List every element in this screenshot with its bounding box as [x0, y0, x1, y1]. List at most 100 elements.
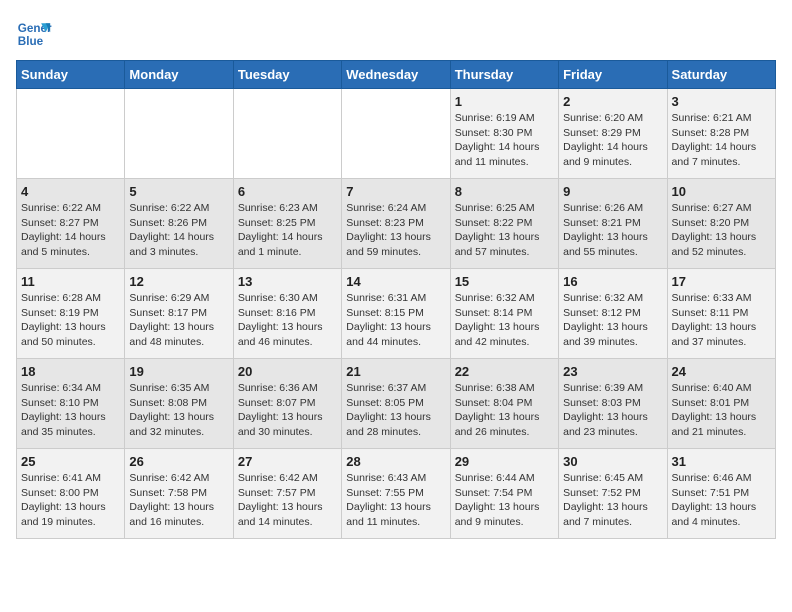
calendar-cell: 25Sunrise: 6:41 AMSunset: 8:00 PMDayligh…: [17, 449, 125, 539]
calendar-cell: 3Sunrise: 6:21 AMSunset: 8:28 PMDaylight…: [667, 89, 775, 179]
cell-content: Sunrise: 6:42 AM: [238, 471, 337, 486]
calendar-cell: 18Sunrise: 6:34 AMSunset: 8:10 PMDayligh…: [17, 359, 125, 449]
header-saturday: Saturday: [667, 61, 775, 89]
cell-content: Daylight: 13 hours and 37 minutes.: [672, 320, 771, 349]
calendar-cell: [125, 89, 233, 179]
svg-text:Blue: Blue: [18, 35, 44, 48]
day-number: 1: [455, 94, 554, 109]
cell-content: Daylight: 14 hours and 9 minutes.: [563, 140, 662, 169]
cell-content: Sunrise: 6:30 AM: [238, 291, 337, 306]
cell-content: Daylight: 14 hours and 7 minutes.: [672, 140, 771, 169]
calendar-week-row: 18Sunrise: 6:34 AMSunset: 8:10 PMDayligh…: [17, 359, 776, 449]
day-number: 2: [563, 94, 662, 109]
cell-content: Sunset: 8:07 PM: [238, 396, 337, 411]
day-number: 28: [346, 454, 445, 469]
cell-content: Sunset: 8:19 PM: [21, 306, 120, 321]
cell-content: Daylight: 13 hours and 55 minutes.: [563, 230, 662, 259]
cell-content: Daylight: 14 hours and 1 minute.: [238, 230, 337, 259]
cell-content: Daylight: 13 hours and 32 minutes.: [129, 410, 228, 439]
day-number: 24: [672, 364, 771, 379]
cell-content: Sunset: 8:16 PM: [238, 306, 337, 321]
cell-content: Daylight: 13 hours and 19 minutes.: [21, 500, 120, 529]
calendar-cell: 4Sunrise: 6:22 AMSunset: 8:27 PMDaylight…: [17, 179, 125, 269]
cell-content: Sunrise: 6:32 AM: [563, 291, 662, 306]
cell-content: Sunrise: 6:19 AM: [455, 111, 554, 126]
logo-icon: General Blue: [16, 16, 52, 52]
calendar-cell: 31Sunrise: 6:46 AMSunset: 7:51 PMDayligh…: [667, 449, 775, 539]
calendar-cell: 10Sunrise: 6:27 AMSunset: 8:20 PMDayligh…: [667, 179, 775, 269]
cell-content: Daylight: 13 hours and 50 minutes.: [21, 320, 120, 349]
day-number: 22: [455, 364, 554, 379]
header-wednesday: Wednesday: [342, 61, 450, 89]
day-number: 5: [129, 184, 228, 199]
calendar-cell: 16Sunrise: 6:32 AMSunset: 8:12 PMDayligh…: [559, 269, 667, 359]
cell-content: Sunset: 8:05 PM: [346, 396, 445, 411]
cell-content: Sunrise: 6:28 AM: [21, 291, 120, 306]
calendar-cell: 2Sunrise: 6:20 AMSunset: 8:29 PMDaylight…: [559, 89, 667, 179]
day-number: 21: [346, 364, 445, 379]
cell-content: Sunrise: 6:43 AM: [346, 471, 445, 486]
day-number: 8: [455, 184, 554, 199]
day-number: 29: [455, 454, 554, 469]
day-number: 15: [455, 274, 554, 289]
day-number: 6: [238, 184, 337, 199]
calendar-cell: 30Sunrise: 6:45 AMSunset: 7:52 PMDayligh…: [559, 449, 667, 539]
calendar-cell: 8Sunrise: 6:25 AMSunset: 8:22 PMDaylight…: [450, 179, 558, 269]
cell-content: Daylight: 13 hours and 46 minutes.: [238, 320, 337, 349]
cell-content: Sunrise: 6:40 AM: [672, 381, 771, 396]
calendar-week-row: 11Sunrise: 6:28 AMSunset: 8:19 PMDayligh…: [17, 269, 776, 359]
cell-content: Sunrise: 6:46 AM: [672, 471, 771, 486]
cell-content: Sunset: 8:11 PM: [672, 306, 771, 321]
calendar-cell: 19Sunrise: 6:35 AMSunset: 8:08 PMDayligh…: [125, 359, 233, 449]
day-number: 17: [672, 274, 771, 289]
calendar-cell: 24Sunrise: 6:40 AMSunset: 8:01 PMDayligh…: [667, 359, 775, 449]
cell-content: Sunset: 8:17 PM: [129, 306, 228, 321]
cell-content: Sunrise: 6:24 AM: [346, 201, 445, 216]
cell-content: Daylight: 13 hours and 57 minutes.: [455, 230, 554, 259]
cell-content: Sunrise: 6:22 AM: [129, 201, 228, 216]
cell-content: Sunrise: 6:31 AM: [346, 291, 445, 306]
cell-content: Sunset: 7:51 PM: [672, 486, 771, 501]
cell-content: Sunset: 8:10 PM: [21, 396, 120, 411]
cell-content: Sunset: 8:08 PM: [129, 396, 228, 411]
calendar-cell: [233, 89, 341, 179]
cell-content: Sunrise: 6:32 AM: [455, 291, 554, 306]
calendar-cell: 21Sunrise: 6:37 AMSunset: 8:05 PMDayligh…: [342, 359, 450, 449]
cell-content: Daylight: 13 hours and 9 minutes.: [455, 500, 554, 529]
cell-content: Daylight: 13 hours and 39 minutes.: [563, 320, 662, 349]
cell-content: Sunrise: 6:33 AM: [672, 291, 771, 306]
cell-content: Sunrise: 6:34 AM: [21, 381, 120, 396]
cell-content: Daylight: 13 hours and 59 minutes.: [346, 230, 445, 259]
calendar-cell: 29Sunrise: 6:44 AMSunset: 7:54 PMDayligh…: [450, 449, 558, 539]
cell-content: Sunset: 7:52 PM: [563, 486, 662, 501]
cell-content: Daylight: 14 hours and 3 minutes.: [129, 230, 228, 259]
cell-content: Sunrise: 6:25 AM: [455, 201, 554, 216]
day-number: 26: [129, 454, 228, 469]
calendar-cell: 15Sunrise: 6:32 AMSunset: 8:14 PMDayligh…: [450, 269, 558, 359]
cell-content: Sunset: 8:21 PM: [563, 216, 662, 231]
cell-content: Daylight: 13 hours and 28 minutes.: [346, 410, 445, 439]
cell-content: Sunset: 7:57 PM: [238, 486, 337, 501]
cell-content: Daylight: 13 hours and 16 minutes.: [129, 500, 228, 529]
header-sunday: Sunday: [17, 61, 125, 89]
cell-content: Sunset: 8:12 PM: [563, 306, 662, 321]
cell-content: Daylight: 13 hours and 26 minutes.: [455, 410, 554, 439]
cell-content: Sunset: 8:27 PM: [21, 216, 120, 231]
day-number: 9: [563, 184, 662, 199]
cell-content: Sunrise: 6:27 AM: [672, 201, 771, 216]
day-number: 20: [238, 364, 337, 379]
cell-content: Sunset: 8:01 PM: [672, 396, 771, 411]
calendar-cell: 1Sunrise: 6:19 AMSunset: 8:30 PMDaylight…: [450, 89, 558, 179]
calendar-cell: 12Sunrise: 6:29 AMSunset: 8:17 PMDayligh…: [125, 269, 233, 359]
calendar-cell: 13 Sunrise: 6:30 AMSunset: 8:16 PMDayligh…: [233, 269, 341, 359]
header-tuesday: Tuesday: [233, 61, 341, 89]
day-number: 13: [238, 274, 337, 289]
cell-content: Sunset: 8:30 PM: [455, 126, 554, 141]
cell-content: Daylight: 13 hours and 48 minutes.: [129, 320, 228, 349]
cell-content: Sunrise: 6:45 AM: [563, 471, 662, 486]
cell-content: Daylight: 14 hours and 5 minutes.: [21, 230, 120, 259]
cell-content: Sunset: 8:26 PM: [129, 216, 228, 231]
cell-content: Sunrise: 6:26 AM: [563, 201, 662, 216]
logo: General Blue: [16, 16, 52, 52]
cell-content: Sunset: 8:20 PM: [672, 216, 771, 231]
